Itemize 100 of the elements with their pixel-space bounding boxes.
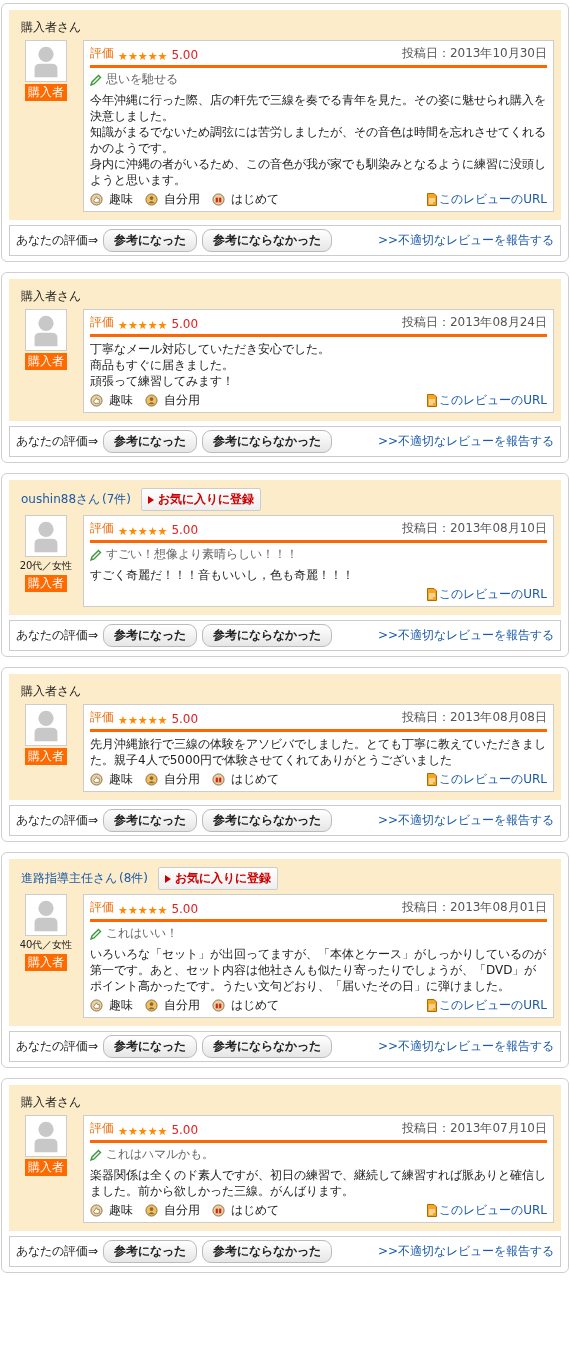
star-icon: ★ — [137, 526, 148, 537]
review-text: 先月沖縄旅行で三線の体験をアソビバでしました。とても丁寧に教えていただきました。親子4人で5000円で体験させてくれてありがとうございました — [90, 736, 547, 768]
your-rating-label: あなたの評価⇒ — [16, 627, 99, 644]
helpful-button[interactable]: 参考になった — [103, 229, 198, 252]
not-helpful-button[interactable]: 参考にならなかった — [202, 809, 333, 832]
person-icon — [145, 998, 158, 1012]
document-icon — [427, 1203, 438, 1217]
avatar — [25, 1115, 67, 1157]
document-icon — [427, 192, 438, 206]
post-date: 投稿日：2013年07月10日 — [401, 1120, 547, 1137]
buyer-badge: 購入者 — [25, 84, 67, 101]
star-icon: ★ — [147, 526, 158, 537]
review-url-link[interactable]: このレビューのURL — [427, 190, 547, 208]
report-link[interactable]: >>不適切なレビューを報告する — [377, 1243, 554, 1260]
review-url-link[interactable]: このレビューのURL — [427, 996, 547, 1014]
helpful-button[interactable]: 参考になった — [103, 1240, 198, 1263]
tag-label: 自分用 — [164, 996, 200, 1014]
buyer-badge: 購入者 — [25, 353, 67, 370]
review-url-link[interactable]: このレビューのURL — [427, 770, 547, 788]
rating-label: 評価 — [90, 709, 114, 726]
post-date: 投稿日：2013年08月24日 — [401, 314, 547, 331]
favorite-button[interactable]: お気に入りに登録 — [141, 488, 261, 511]
rating-label: 評価 — [90, 899, 114, 916]
star-icon: ★ — [157, 526, 168, 537]
star-icon: ★ — [137, 905, 148, 916]
review-text: 今年沖縄に行った際、店の軒先で三線を奏でる青年を見た。その姿に魅せられ購入を決意しました。 — [90, 92, 547, 124]
star-icon: ★ — [118, 1126, 128, 1137]
tag-label: 趣味 — [109, 770, 133, 788]
not-helpful-button[interactable]: 参考にならなかった — [202, 1240, 333, 1263]
favorite-button[interactable]: お気に入りに登録 — [158, 867, 278, 890]
review-text: 商品もすぐに届きました。 — [90, 357, 235, 373]
review-title: 思いを馳せる — [106, 71, 178, 88]
report-link[interactable]: >>不適切なレビューを報告する — [377, 232, 554, 249]
star-icon: ★ — [118, 320, 128, 331]
review-url-link[interactable]: このレビューのURL — [427, 585, 547, 603]
star-icon: ★ — [157, 1126, 168, 1137]
gift-icon — [212, 998, 225, 1012]
star-icon: ★ — [118, 526, 128, 537]
star-icon: ★ — [157, 905, 168, 916]
your-rating-label: あなたの評価⇒ — [16, 1038, 99, 1055]
not-helpful-button[interactable]: 参考にならなかった — [202, 624, 333, 647]
helpful-button[interactable]: 参考になった — [103, 1035, 198, 1058]
star-icon: ★ — [127, 526, 138, 537]
rating-score: 5.00 — [171, 317, 199, 331]
star-icon: ★ — [137, 320, 148, 331]
rating-label: 評価 — [90, 45, 114, 62]
your-rating-label: あなたの評価⇒ — [16, 1243, 99, 1260]
star-icon: ★ — [147, 715, 158, 726]
buyer-badge: 購入者 — [25, 748, 67, 765]
star-icon: ★ — [137, 715, 148, 726]
star-icon: ★ — [147, 1126, 158, 1137]
star-icon: ★ — [118, 51, 128, 62]
buyer-badge: 購入者 — [25, 575, 67, 592]
pencil-icon — [90, 1148, 102, 1161]
rating-label: 評価 — [90, 520, 114, 537]
not-helpful-button[interactable]: 参考にならなかった — [202, 1035, 333, 1058]
tag-label: 自分用 — [164, 770, 200, 788]
reviewer-link[interactable]: 進路指導主任さん — [21, 870, 117, 887]
review-text: 丁寧なメール対応していただき安心でした。 — [90, 341, 331, 357]
demographic-label: 40代／女性 — [19, 938, 73, 952]
document-icon — [427, 393, 438, 407]
rating-score: 5.00 — [171, 523, 199, 537]
star-icon: ★ — [147, 905, 158, 916]
review-text: 知識がまるでないため調弦には苦労しましたが、その音色は時間を忘れさせてくれるかのようです。 — [90, 124, 547, 156]
rating-score: 5.00 — [171, 712, 199, 726]
report-link[interactable]: >>不適切なレビューを報告する — [377, 627, 554, 644]
rating-label: 評価 — [90, 1120, 114, 1137]
rating-score: 5.00 — [171, 902, 199, 916]
review-url-link[interactable]: このレビューのURL — [427, 1201, 547, 1219]
not-helpful-button[interactable]: 参考にならなかった — [202, 229, 333, 252]
reviewer-link[interactable]: oushin88さん — [21, 491, 100, 508]
star-icon: ★ — [157, 715, 168, 726]
tag-label: 自分用 — [164, 391, 200, 409]
pencil-icon — [90, 548, 102, 561]
buyer-badge: 購入者 — [25, 954, 67, 971]
review-url-link[interactable]: このレビューのURL — [427, 391, 547, 409]
document-icon — [427, 587, 438, 601]
report-link[interactable]: >>不適切なレビューを報告する — [377, 433, 554, 450]
your-rating-label: あなたの評価⇒ — [16, 232, 99, 249]
tag-label: はじめて — [231, 190, 279, 208]
helpful-button[interactable]: 参考になった — [103, 624, 198, 647]
review-text: 楽器関係は全くのド素人ですが、初日の練習で、継続して練習すれば脈ありと確信しました。前から欲しかった三線。がんばります。 — [90, 1167, 547, 1199]
report-link[interactable]: >>不適切なレビューを報告する — [377, 812, 554, 829]
avatar — [25, 40, 67, 82]
helpful-button[interactable]: 参考になった — [103, 430, 198, 453]
star-icon: ★ — [127, 905, 138, 916]
your-rating-label: あなたの評価⇒ — [16, 433, 99, 450]
person-icon — [145, 393, 158, 407]
star-icon: ★ — [118, 905, 128, 916]
review-text: 身内に沖縄の者がいるため、この音色が我が家でも馴染みとなるように練習に没頭しようと思います。 — [90, 156, 547, 188]
gift-icon — [212, 192, 225, 206]
helpful-button[interactable]: 参考になった — [103, 809, 198, 832]
avatar — [25, 309, 67, 351]
report-link[interactable]: >>不適切なレビューを報告する — [377, 1038, 554, 1055]
hand-icon — [90, 772, 103, 786]
star-icon: ★ — [137, 1126, 148, 1137]
buyer-badge: 購入者 — [25, 1159, 67, 1176]
review-text: すごく奇麗だ！！！音もいいし，色も奇麗！！！ — [90, 567, 355, 583]
tag-label: 趣味 — [109, 391, 133, 409]
not-helpful-button[interactable]: 参考にならなかった — [202, 430, 333, 453]
